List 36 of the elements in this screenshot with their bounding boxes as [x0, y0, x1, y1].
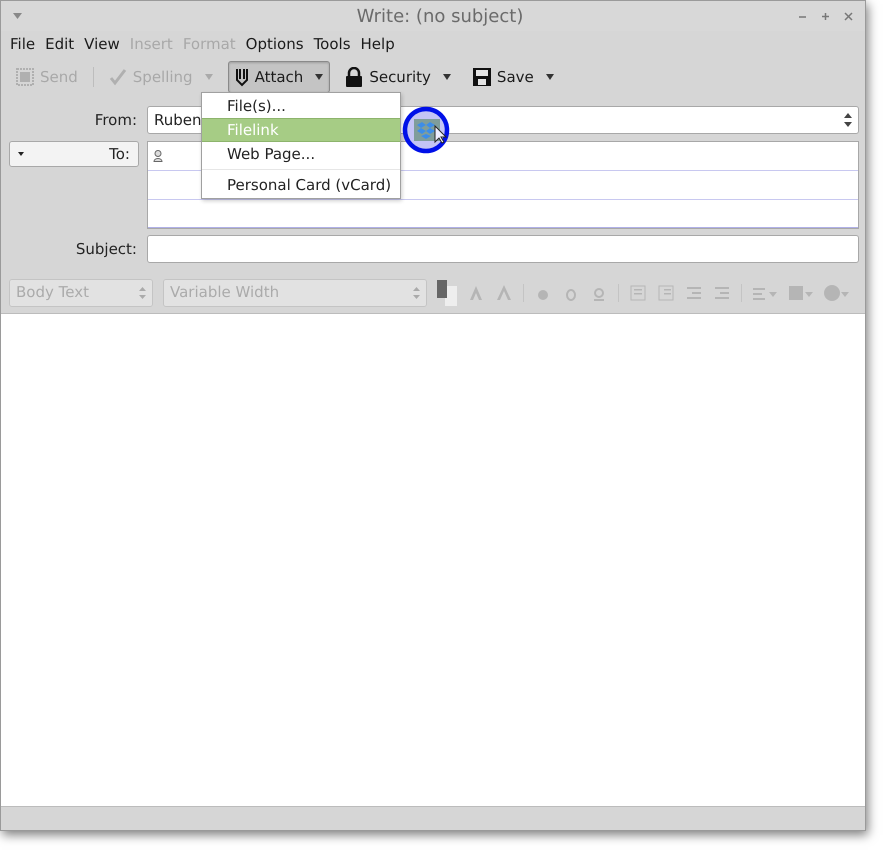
menu-item[interactable]: Options [240, 32, 309, 56]
caret-icon [18, 152, 24, 156]
window-menu-icon[interactable] [13, 13, 22, 19]
caret-icon [546, 74, 554, 80]
menu-item[interactable]: Web Page... [202, 142, 400, 166]
person-icon [153, 150, 163, 162]
window-title: Write: (no subject) [356, 4, 524, 28]
menu-item[interactable]: Tools [308, 32, 356, 56]
toolbar-button[interactable]: Attach [228, 61, 330, 93]
subject-field[interactable] [147, 235, 859, 263]
subject-label: Subject: [74, 238, 138, 260]
bullet-list-icon[interactable] [629, 284, 647, 302]
caret-icon [204, 74, 213, 80]
maximize-icon[interactable] [821, 12, 830, 20]
message-body[interactable] [1, 314, 865, 806]
caret-icon [315, 74, 324, 80]
menu-item[interactable]: Help [356, 32, 400, 56]
menu-item[interactable]: Edit [40, 32, 80, 56]
padlock-icon [345, 67, 364, 87]
menu-item[interactable]: Personal Card (vCard) [202, 173, 400, 197]
image-icon[interactable] [788, 284, 814, 302]
from-label: From: [94, 110, 138, 131]
menu-item[interactable]: View [79, 32, 125, 56]
toolbar-button[interactable]: Save [466, 61, 561, 93]
numbered-list-icon[interactable] [657, 284, 675, 302]
stamp-icon [16, 68, 34, 86]
spin-arrows-icon [844, 113, 852, 127]
recipient-type-button[interactable]: To: [9, 141, 139, 167]
close-icon[interactable] [844, 12, 853, 20]
checkmark-icon [108, 68, 127, 86]
caret-icon [442, 74, 451, 80]
menu-item[interactable]: File [5, 32, 40, 56]
toolbar-button[interactable]: Security [338, 61, 458, 93]
text-color-icon[interactable] [437, 280, 457, 306]
spin-arrows-icon [139, 286, 146, 298]
spin-arrows-icon [413, 286, 420, 298]
